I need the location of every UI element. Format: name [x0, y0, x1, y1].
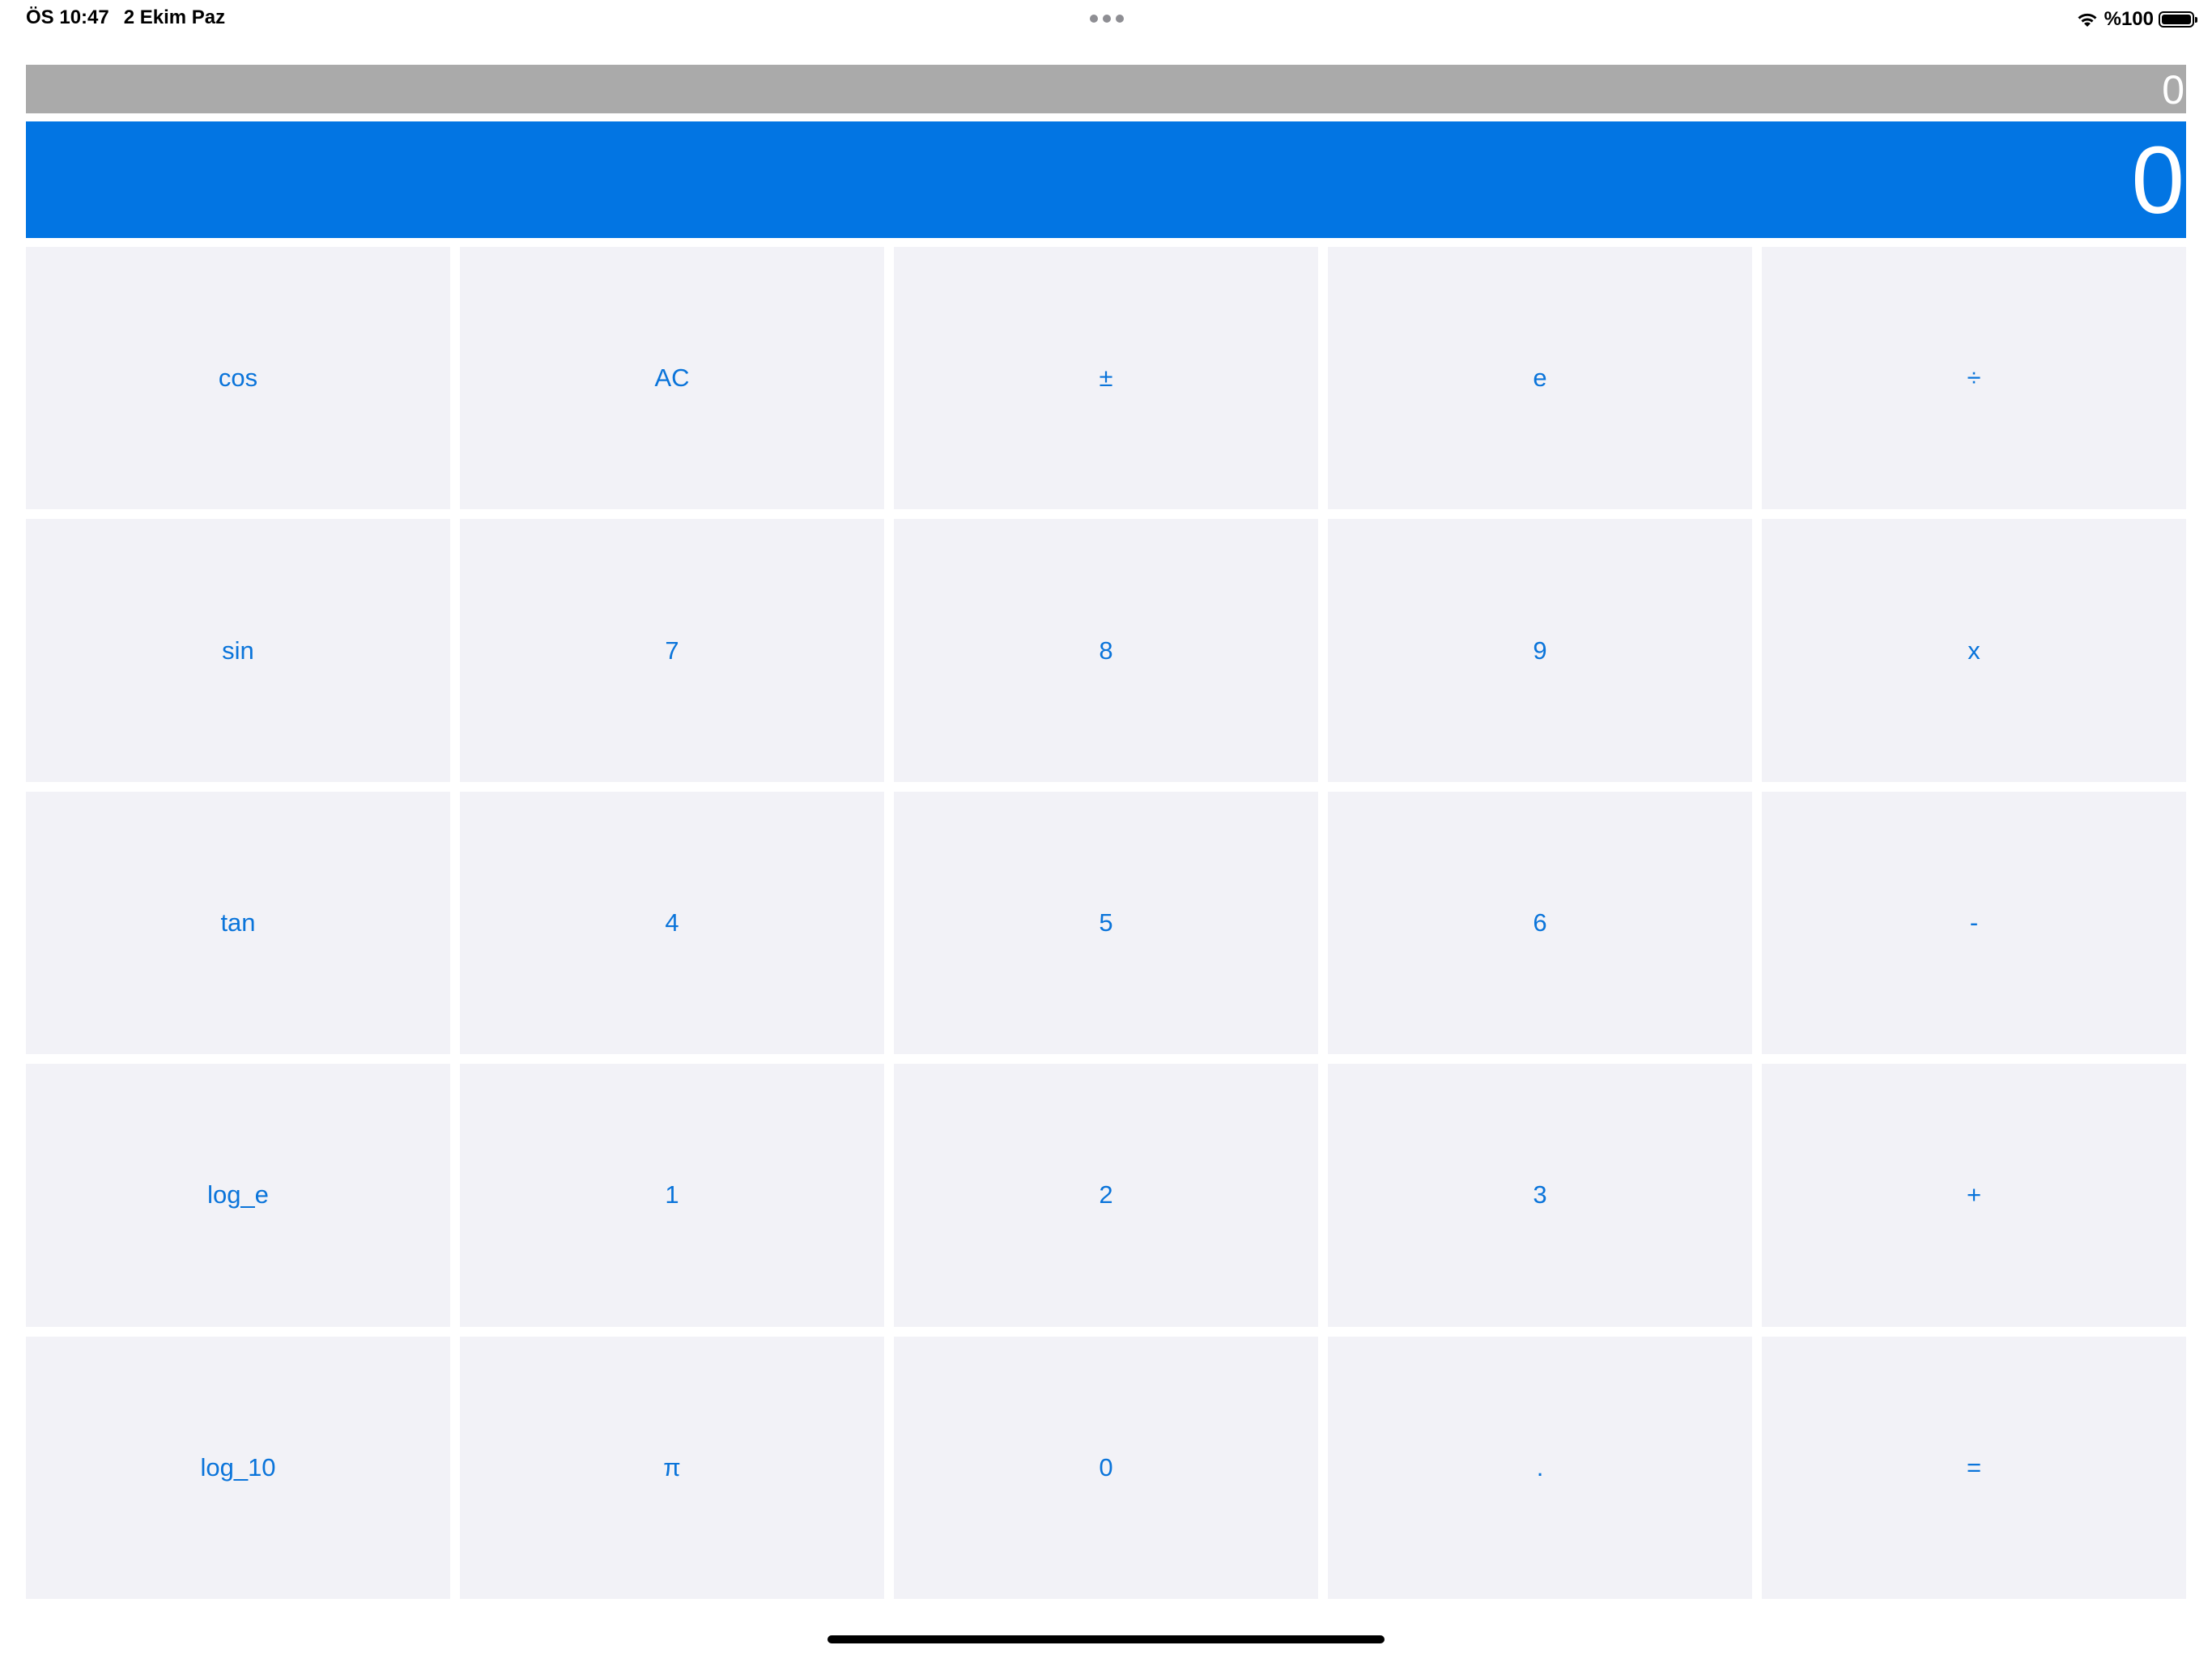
status-time-date: ÖS 10:47 2 Ekim Paz [26, 6, 225, 29]
cos-button[interactable]: cos [26, 247, 450, 510]
digit-7-button[interactable]: 7 [460, 519, 884, 782]
keypad: cos AC ± e ÷ sin 7 8 9 x tan 4 5 6 - log… [26, 247, 2186, 1599]
dot [1090, 15, 1098, 23]
digit-8-button[interactable]: 8 [894, 519, 1318, 782]
add-button[interactable]: + [1762, 1064, 2186, 1327]
tan-button[interactable]: tan [26, 791, 450, 1055]
status-time: ÖS 10:47 [26, 6, 109, 28]
subtract-button[interactable]: - [1762, 791, 2186, 1055]
battery-percentage: %100 [2104, 8, 2154, 30]
pi-button[interactable]: π [460, 1336, 884, 1599]
digit-5-button[interactable]: 5 [894, 791, 1318, 1055]
secondary-display: 0 [26, 65, 2186, 113]
digit-3-button[interactable]: 3 [1328, 1064, 1752, 1327]
dot [1116, 15, 1124, 23]
log-e-button[interactable]: log_e [26, 1064, 450, 1327]
digit-6-button[interactable]: 6 [1328, 791, 1752, 1055]
euler-button[interactable]: e [1328, 247, 1752, 510]
log-10-button[interactable]: log_10 [26, 1336, 450, 1599]
status-date: 2 Ekim Paz [123, 6, 226, 28]
main-display: 0 [26, 121, 2186, 238]
calculator-screen: ÖS 10:47 2 Ekim Paz %100 0 0 cos AC ± e ÷… [0, 0, 2212, 1658]
all-clear-button[interactable]: AC [460, 247, 884, 510]
digit-4-button[interactable]: 4 [460, 791, 884, 1055]
digit-9-button[interactable]: 9 [1328, 519, 1752, 782]
equals-button[interactable]: = [1762, 1336, 2186, 1599]
multitask-dots-icon[interactable] [1090, 15, 1124, 23]
sin-button[interactable]: sin [26, 519, 450, 782]
divide-button[interactable]: ÷ [1762, 247, 2186, 510]
digit-0-button[interactable]: 0 [894, 1336, 1318, 1599]
wifi-icon [2078, 13, 2097, 27]
status-indicators: %100 [2075, 6, 2197, 32]
digit-1-button[interactable]: 1 [460, 1064, 884, 1327]
decimal-point-button[interactable]: . [1328, 1336, 1752, 1599]
status-bar: ÖS 10:47 2 Ekim Paz %100 [0, 0, 2212, 39]
battery-level [2162, 15, 2191, 24]
dot [1103, 15, 1111, 23]
battery-icon [2159, 11, 2197, 28]
plus-minus-button[interactable]: ± [894, 247, 1318, 510]
multiply-button[interactable]: x [1762, 519, 2186, 782]
digit-2-button[interactable]: 2 [894, 1064, 1318, 1327]
home-indicator[interactable] [827, 1635, 1385, 1643]
